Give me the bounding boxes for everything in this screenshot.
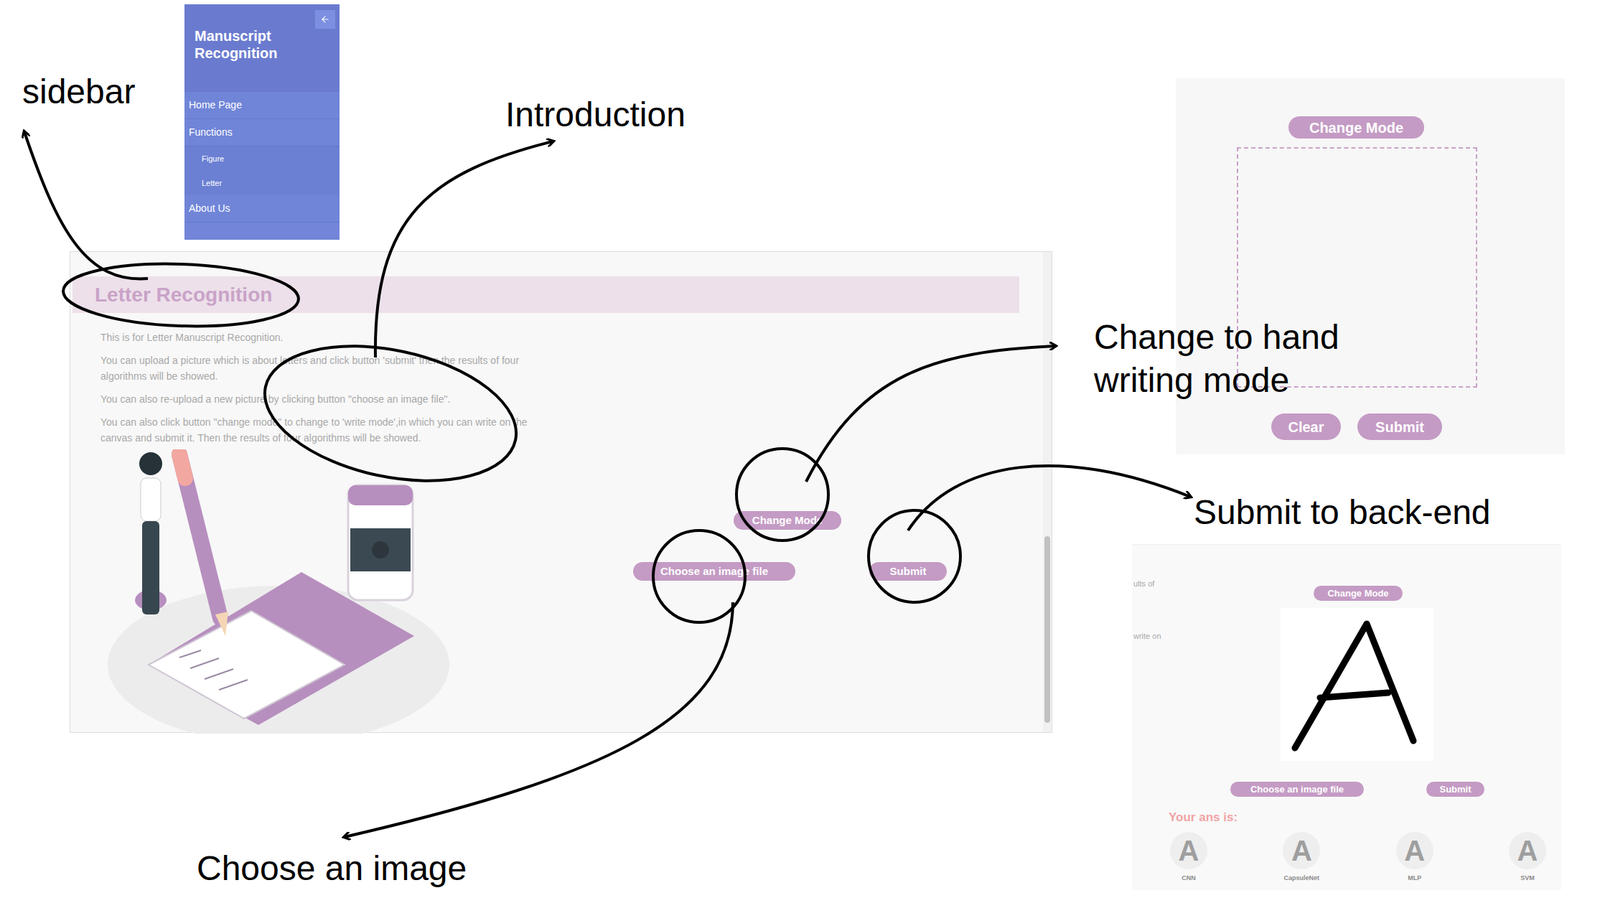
sidebar-subitem[interactable]: Letter xyxy=(184,170,340,196)
arrow-left-icon xyxy=(320,14,331,25)
intro-paragraph: You can upload a picture which is about … xyxy=(100,352,560,385)
result-letter: A xyxy=(1508,831,1547,870)
introduction: This is for Letter Manuscript Recognitio… xyxy=(100,329,560,446)
answer-label: Your ans is: xyxy=(1168,808,1238,827)
sidebar-subitem[interactable]: Figure xyxy=(184,146,340,171)
introduction-label: Introduction xyxy=(505,93,686,137)
text-fragment: write on xyxy=(1133,630,1162,643)
handwritten-a-drawing xyxy=(1280,607,1434,761)
choose-image-button[interactable]: Choose an image file xyxy=(633,562,796,581)
change-mode-button[interactable]: Change Mode xyxy=(733,511,842,530)
intro-paragraph: You can also re-upload a new picture by … xyxy=(100,391,560,407)
sidebar-item[interactable]: Home Page xyxy=(184,91,340,120)
choose-image-label: Choose an image xyxy=(196,847,467,891)
intro-paragraph: You can also click button "change mode" … xyxy=(100,414,560,446)
back-button[interactable] xyxy=(315,10,336,29)
result-letter: A xyxy=(1282,831,1321,870)
text-fragment: ults of xyxy=(1133,577,1155,591)
submit-button[interactable]: Submit xyxy=(869,562,947,581)
sidebar-item[interactable]: About Us xyxy=(184,195,340,223)
submit-button[interactable]: Submit xyxy=(1357,413,1443,441)
result-letter: A xyxy=(1396,831,1434,870)
clear-button[interactable]: Clear xyxy=(1271,413,1341,441)
sidebar-item[interactable]: Functions xyxy=(184,119,340,147)
submit-label: Submit to back-end xyxy=(1193,490,1491,535)
sidebar-label: sidebar xyxy=(22,70,135,114)
result-item: A SVM xyxy=(1495,831,1560,884)
sidebar-title: Manuscript Recognition xyxy=(194,27,310,92)
annotation-arrows xyxy=(0,0,1600,898)
result-letter: A xyxy=(1170,831,1208,870)
sidebar-header: Manuscript Recognition xyxy=(184,4,340,92)
change-mode-button[interactable]: Change Mode xyxy=(1288,116,1425,139)
sidebar-screenshot: Manuscript RecognitionHome PageFunctions… xyxy=(184,4,340,240)
intro-paragraph: This is for Letter Manuscript Recognitio… xyxy=(100,329,560,346)
main-screenshot: Letter Recognition This is for Letter Man… xyxy=(69,251,1053,733)
change-mode-button[interactable]: Change Mode xyxy=(1313,585,1403,601)
result-screenshot: ults of write on Change Mode Choose an imag… xyxy=(1131,544,1562,891)
submit-button[interactable]: Submit xyxy=(1426,781,1485,797)
annotated-ui-diagram: Manuscript RecognitionHome PageFunctions… xyxy=(0,0,1600,898)
model-name: MLP xyxy=(1407,873,1422,884)
drawing-canvas[interactable] xyxy=(1280,607,1434,761)
scrollbar[interactable] xyxy=(1042,251,1052,733)
illustration-icon xyxy=(107,449,450,734)
result-item: A MLP xyxy=(1382,831,1448,884)
change-mode-label: Change to hand writing mode xyxy=(1093,315,1382,402)
page-heading: Letter Recognition xyxy=(72,276,1020,313)
model-name: CNN xyxy=(1181,873,1196,884)
scrollbar-thumb[interactable] xyxy=(1044,536,1051,723)
model-name: SVM xyxy=(1520,873,1535,884)
results-row: A CNN A CapsuleNet A MLP A SVM xyxy=(1156,831,1560,884)
result-item: A CapsuleNet xyxy=(1269,831,1334,884)
model-name: CapsuleNet xyxy=(1284,873,1321,884)
result-item: A CNN xyxy=(1156,831,1221,884)
choose-image-button[interactable]: Choose an image file xyxy=(1230,781,1364,797)
